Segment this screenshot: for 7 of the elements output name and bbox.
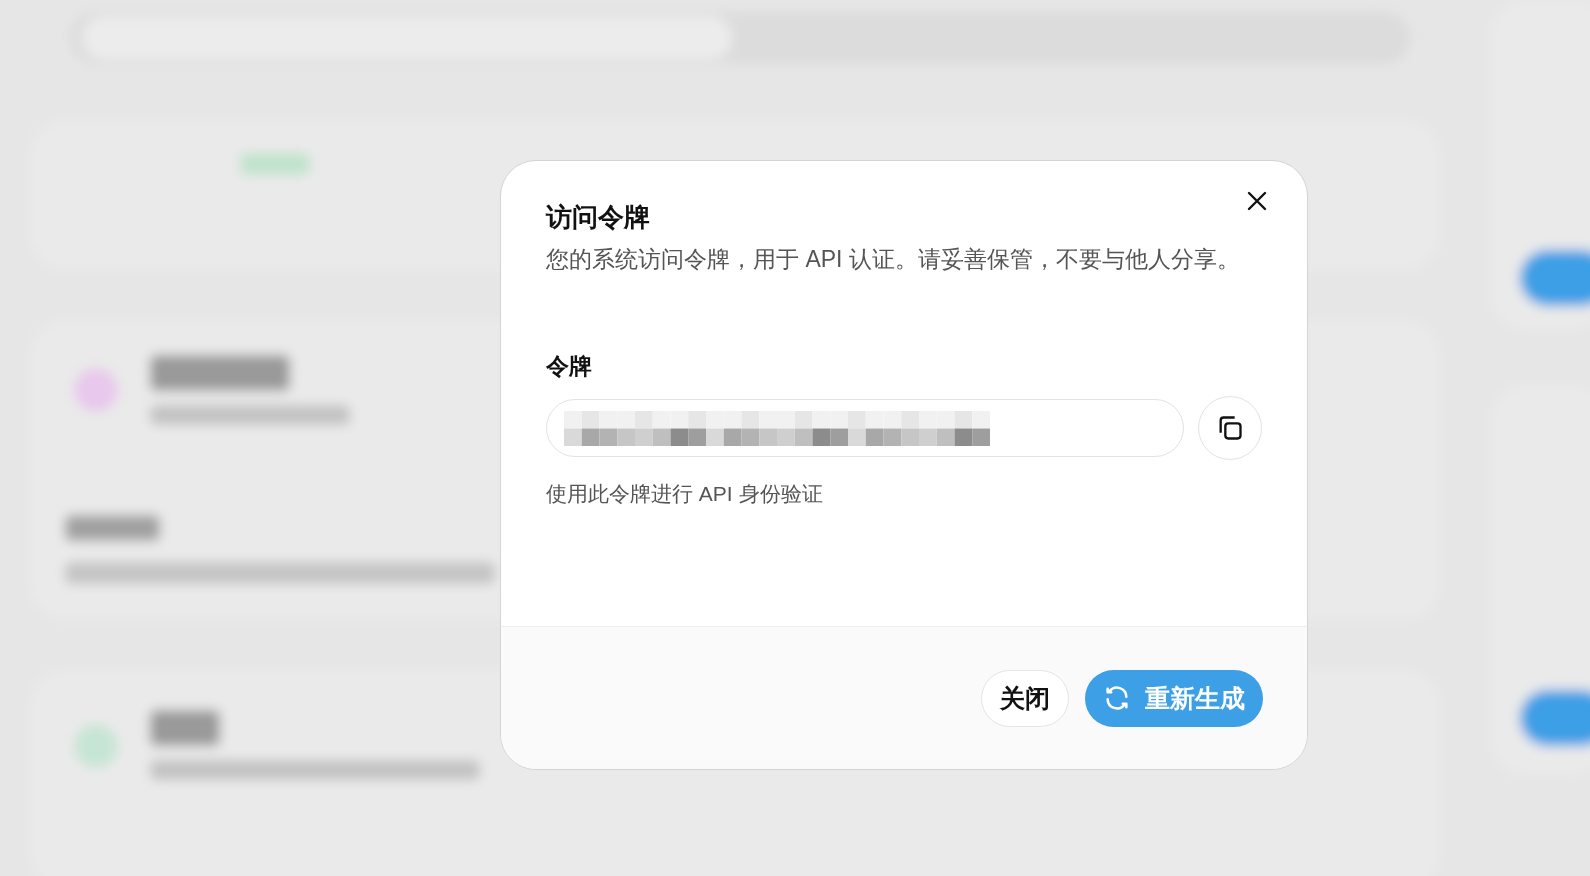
dismiss-button[interactable]: 关闭 (981, 669, 1069, 727)
field-hint: 使用此令牌进行 API 身份验证 (546, 481, 824, 507)
dialog-description: 您的系统访问令牌，用于 API 认证。请妥善保管，不要与他人分享。 (546, 245, 1241, 274)
field-label: 令牌 (546, 352, 593, 381)
refresh-icon (1103, 684, 1131, 712)
close-icon (1247, 191, 1267, 211)
dialog-title: 访问令牌 (546, 201, 651, 234)
